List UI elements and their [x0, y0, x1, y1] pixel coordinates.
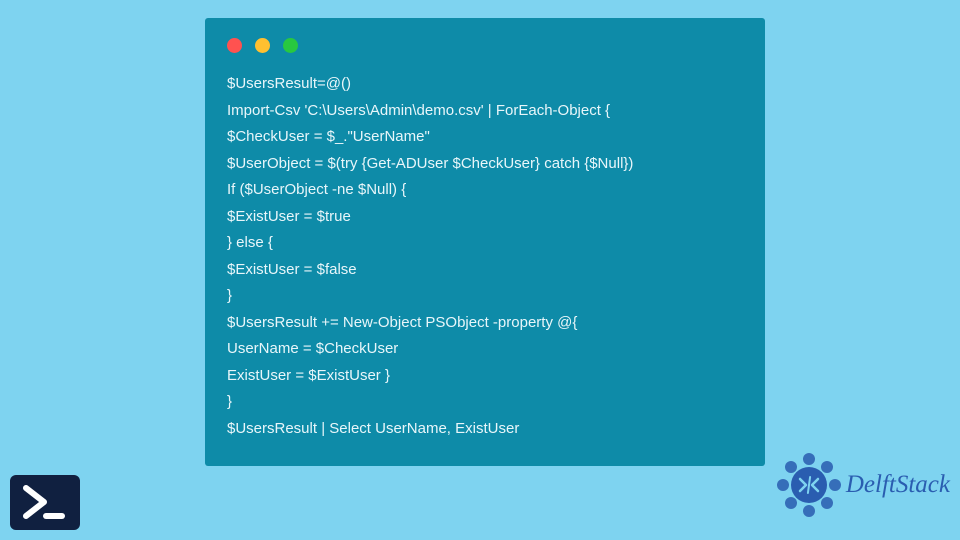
code-content: $UsersResult=@() Import-Csv 'C:\Users\Ad… — [227, 71, 743, 442]
brand-logo: DelftStack — [774, 450, 950, 520]
brand-badge-icon — [774, 450, 844, 520]
minimize-icon — [255, 38, 270, 53]
window-controls — [227, 38, 743, 53]
powershell-icon — [10, 475, 80, 530]
maximize-icon — [283, 38, 298, 53]
close-icon — [227, 38, 242, 53]
code-block: $UsersResult=@() Import-Csv 'C:\Users\Ad… — [205, 18, 765, 466]
brand-name: DelftStack — [846, 471, 950, 499]
